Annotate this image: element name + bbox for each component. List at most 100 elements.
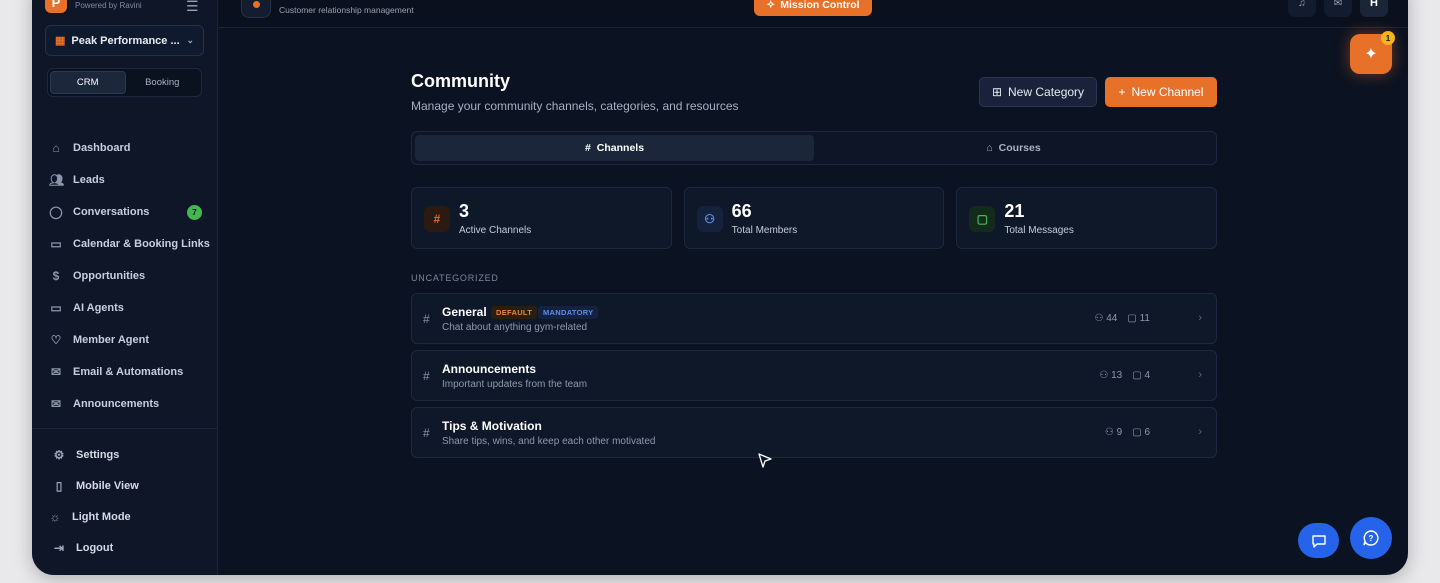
page-subtitle: Manage your community channels, categori… <box>411 99 739 113</box>
hash-icon: # <box>584 142 591 154</box>
mode-crm-button[interactable]: CRM <box>50 71 126 94</box>
graduation-cap-icon: ⌂ <box>986 142 993 154</box>
stat-label: Active Channels <box>459 225 532 236</box>
monitor-icon: ▭ <box>50 301 62 315</box>
heart-icon: ♡ <box>50 333 62 347</box>
sidebar-item-label: Leads <box>73 174 105 186</box>
plus-icon: + <box>1118 85 1126 99</box>
tab-courses[interactable]: ⌂ Courses <box>814 135 1213 161</box>
sidebar-item-conversations[interactable]: ◯ Conversations 7 <box>42 196 210 228</box>
sidebar-item-label: Email & Automations <box>73 366 184 378</box>
folder-plus-icon: ⊞ <box>991 85 1003 99</box>
new-channel-button[interactable]: + New Channel <box>1105 77 1217 107</box>
sidebar-item-calendar[interactable]: ▭ Calendar & Booking Links <box>42 228 210 260</box>
sidebar-item-email-automations[interactable]: ✉ Email & Automations <box>42 356 210 388</box>
bell-icon[interactable]: ♫ <box>1288 0 1316 17</box>
light-mode-toggle[interactable]: ☼ Light Mode <box>32 501 218 532</box>
sidebar-item-label: Opportunities <box>73 270 146 282</box>
users-icon: 👥︎ <box>49 173 65 187</box>
mission-control-label: Mission Control <box>780 0 860 11</box>
channel-name: Announcements <box>442 362 537 376</box>
members-icon: ⚇ <box>1104 427 1114 438</box>
brand[interactable]: P Powered by Ravini <box>45 0 142 16</box>
chevron-right-icon: › <box>1198 312 1202 324</box>
settings-label: Settings <box>76 448 120 461</box>
channel-row-announcements[interactable]: # Announcements Important updates from t… <box>411 350 1217 401</box>
message-icon: ▢ <box>1132 370 1142 381</box>
section-label: UNCATEGORIZED <box>411 273 499 283</box>
hash-icon: # <box>423 312 430 326</box>
members-icon: ⚇ <box>1099 370 1109 381</box>
channel-row-tips-motivation[interactable]: # Tips & Motivation Share tips, wins, an… <box>411 407 1217 458</box>
mobile-view-button[interactable]: ▯ Mobile View <box>32 470 218 501</box>
member-count: 9 <box>1116 427 1123 438</box>
brand-subtitle: Powered by Ravini <box>75 0 142 10</box>
tab-label: Courses <box>998 142 1041 154</box>
avatar[interactable]: H <box>1360 0 1388 17</box>
mode-booking-button[interactable]: Booking <box>126 71 200 94</box>
menu-icon[interactable]: ☰ <box>186 0 199 15</box>
sidebar-item-dashboard[interactable]: ⌂ Dashboard <box>42 132 210 164</box>
stat-value: 3 <box>459 201 470 221</box>
sidebar-item-label: Announcements <box>73 398 160 410</box>
members-icon: ⚇ <box>1094 313 1104 324</box>
building-icon: ▦ <box>55 35 66 47</box>
organization-selector[interactable]: ▦ Peak Performance ... ⌄ <box>45 25 204 56</box>
top-actions: ♫ ✉ H <box>1288 0 1388 18</box>
mail-icon[interactable]: ✉ <box>1324 0 1352 17</box>
channel-name: Tips & Motivation <box>442 419 542 433</box>
settings-button[interactable]: ⚙ Settings <box>32 439 218 470</box>
chat-button[interactable] <box>1298 523 1339 558</box>
tab-bar: # Channels ⌂ Courses <box>411 131 1217 165</box>
sidebar-item-leads[interactable]: 👥︎ Leads <box>42 164 210 196</box>
member-count: 13 <box>1111 370 1123 381</box>
channel-meta: ⚇ 13 ▢ 4 <box>1099 370 1150 381</box>
chevron-right-icon: › <box>1198 426 1202 438</box>
page-title: Community <box>411 71 510 91</box>
channel-meta: ⚇ 44 ▢ 11 <box>1095 313 1151 324</box>
new-category-button[interactable]: ⊞ New Category <box>979 77 1097 107</box>
channel-row-general[interactable]: # General DEFAULT MANDATORY Chat about a… <box>411 293 1217 344</box>
home-icon: ⌂ <box>52 141 60 155</box>
top-bar: Customer relationship management ✧ Missi… <box>219 0 1408 28</box>
system-icon <box>241 0 271 18</box>
logout-label: Logout <box>76 541 114 554</box>
stat-card-total-messages: ▢ 21 Total Messages <box>956 187 1218 249</box>
default-tag: DEFAULT <box>491 306 538 319</box>
logout-button[interactable]: ⇥ Logout <box>32 532 218 563</box>
mail-icon: ✉ <box>50 365 62 379</box>
light-mode-label: Light Mode <box>72 510 131 523</box>
chat-icon: ▢ <box>969 206 996 232</box>
sidebar-footer: ⚙ Settings ▯ Mobile View ☼ Light Mode ⇥ … <box>32 428 218 563</box>
sidebar-item-member-agent[interactable]: ♡ Member Agent <box>42 324 210 356</box>
hash-icon: # <box>423 426 430 440</box>
chat-icon: ◯ <box>49 205 63 219</box>
sidebar-item-opportunities[interactable]: $ Opportunities <box>42 260 210 292</box>
stat-label: Total Messages <box>1004 225 1074 236</box>
system-subtitle: Customer relationship management <box>279 5 414 15</box>
new-category-label: New Category <box>1008 85 1085 99</box>
sidebar-item-ai-agents[interactable]: ▭ AI Agents <box>42 292 210 324</box>
chat-icon <box>1311 534 1326 548</box>
mandatory-tag: MANDATORY <box>538 306 599 319</box>
sun-icon: ☼ <box>49 509 61 524</box>
mission-control-button[interactable]: ✧ Mission Control <box>754 0 872 16</box>
sparkle-icon: ✦ <box>1364 46 1378 63</box>
tab-channels[interactable]: # Channels <box>415 135 814 161</box>
new-channel-label: New Channel <box>1131 85 1204 99</box>
stat-value: 21 <box>1004 201 1025 221</box>
users-icon: ⚇ <box>696 206 723 232</box>
stat-card-total-members: ⚇ 66 Total Members <box>683 187 945 249</box>
message-count: 6 <box>1144 427 1150 438</box>
channel-list: # General DEFAULT MANDATORY Chat about a… <box>411 293 1217 464</box>
stat-label: Total Members <box>731 225 798 236</box>
unread-badge: 7 <box>187 204 202 220</box>
hash-icon: # <box>423 369 430 383</box>
svg-text:?: ? <box>1369 534 1374 543</box>
brand-logo: P <box>45 0 67 13</box>
channel-description: Share tips, wins, and keep each other mo… <box>442 436 656 447</box>
sidebar-item-announcements[interactable]: ✉ Announcements <box>42 388 210 420</box>
sparkle-icon: ✧ <box>766 0 776 11</box>
help-button[interactable]: ? <box>1350 517 1392 559</box>
sidebar-item-label: Member Agent <box>73 334 149 346</box>
